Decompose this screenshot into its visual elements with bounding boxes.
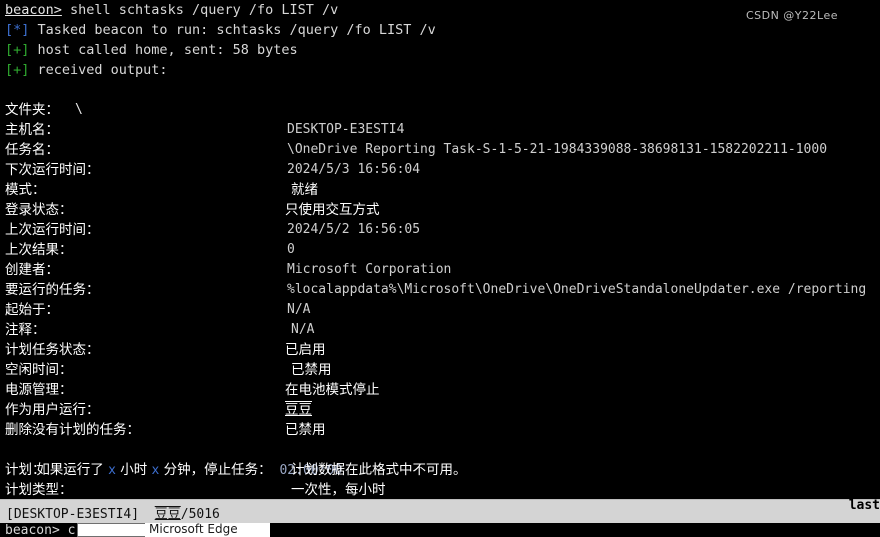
row-label: 创建者： [5, 262, 59, 278]
status-bar-content: [DESKTOP-E3ESTI4] 豆豆/5016 [6, 503, 220, 522]
console-output-area[interactable]: beacon> shell schtasks /query /fo LIST /… [0, 0, 880, 499]
task-row-taskname: 任务名： \OneDrive Reporting Task-S-1-5-21-1… [0, 140, 880, 160]
task-row-next-run-time: 下次运行时间： 2024/5/3 16:56:04 [0, 160, 880, 180]
task-row-logon-mode: 登录状态： 只使用交互方式 [0, 200, 880, 220]
row-label: 文件夹： [5, 102, 59, 118]
row-label: 任务名： [5, 142, 59, 158]
task-row-schedule-type: 计划类型： 一次性，每小时 [0, 480, 880, 499]
csdn-watermark: CSDN @Y22Lee [745, 9, 838, 22]
row-label: 空闲时间： [5, 362, 73, 378]
row-value: 豆豆 [285, 402, 312, 418]
row-value: N/A [287, 302, 311, 317]
row-label: 删除没有计划的任务： [5, 422, 140, 438]
row-value: Microsoft Corporation [287, 262, 452, 277]
task-row-scheduled-task-state: 计划任务状态： 已启用 [0, 340, 880, 360]
task-row-last-result: 上次结果： 0 [0, 240, 880, 260]
task-row-schedule: 计划： 计划数据在此格式中不可用。 [0, 460, 880, 480]
row-label: 主机名： [5, 122, 59, 138]
row-label: 起始于： [5, 302, 59, 318]
log-line-tasked: [*] Tasked beacon to run: schtasks /quer… [0, 20, 880, 40]
row-value: 就绪 [291, 182, 318, 198]
task-row-task-to-run: 要运行的任务： %localappdata%\Microsoft\OneDriv… [0, 280, 880, 300]
row-label: 计划任务状态： [5, 342, 100, 358]
task-row-idle-time: 空闲时间： 已禁用 [0, 360, 880, 380]
task-row-start-in: 起始于： N/A [0, 300, 880, 320]
row-label: 作为用户运行： [5, 402, 100, 418]
row-value: 已禁用 [291, 362, 332, 378]
good-tag-icon: [+] [5, 42, 30, 58]
status-pid: 5016 [188, 507, 220, 522]
row-value: DESKTOP-E3ESTI4 [287, 122, 405, 137]
row-label: 计划： [5, 462, 46, 478]
bottom-clipped-strip: beacon> c Microsoft Edge [0, 523, 880, 537]
task-row-comment: 注释： N/A [0, 320, 880, 340]
beacon-prompt-label: beacon> [5, 2, 62, 18]
status-bar: [DESKTOP-E3ESTI4] 豆豆/5016 [0, 499, 880, 523]
row-value: \OneDrive Reporting Task-S-1-5-21-198433… [287, 142, 828, 157]
row-value: 计划数据在此格式中不可用。 [291, 462, 467, 478]
task-row-folder: 文件夹： \ [0, 100, 880, 120]
task-row-delete-task-if-not-rescheduled: 删除没有计划的任务： 已禁用 [0, 420, 880, 440]
row-label: 上次结果： [5, 242, 73, 258]
status-separator: / [180, 507, 189, 522]
task-row-author: 创建者： Microsoft Corporation [0, 260, 880, 280]
row-label: 注释： [5, 322, 46, 338]
row-value: 2024/5/2 16:56:05 [287, 222, 421, 237]
status-spacer [139, 507, 155, 522]
row-label: 登录状态： [5, 202, 73, 218]
bottom-beacon-prompt[interactable]: beacon> c [5, 523, 75, 537]
row-label: 要运行的任务： [5, 282, 100, 298]
status-user: 豆豆 [154, 507, 181, 522]
task-row-power-management: 电源管理： 在电池模式停止 [0, 380, 880, 400]
task-row-hostname: 主机名： DESKTOP-E3ESTI4 [0, 120, 880, 140]
task-row-status: 模式： 就绪 [0, 180, 880, 200]
row-value: 只使用交互方式 [285, 202, 380, 218]
row-label: 模式： [5, 182, 46, 198]
overflow-text-fragment: last [848, 498, 880, 513]
row-value: N/A [291, 322, 315, 337]
log-line-text: host called home, sent: 58 bytes [29, 42, 298, 58]
info-tag-icon: [*] [5, 22, 30, 38]
log-line-received-output: [+] received output: [0, 60, 880, 80]
good-tag-icon: [+] [5, 62, 30, 78]
row-value: \ [75, 102, 83, 117]
status-host: [DESKTOP-E3ESTI4] [6, 507, 140, 522]
row-value: 在电池模式停止 [285, 382, 380, 398]
log-line-text: Tasked beacon to run: schtasks /query /f… [29, 22, 436, 38]
row-label: 上次运行时间： [5, 222, 100, 238]
task-row-stop-task-if-runs: 如果运行了 x 小时 x 分钟，停止任务： 02:00:00 [0, 440, 880, 478]
row-value: 0 [287, 242, 295, 257]
log-line-called-home: [+] host called home, sent: 58 bytes [0, 40, 880, 60]
log-line-text: received output: [29, 62, 168, 78]
row-label: 电源管理： [5, 382, 73, 398]
task-row-run-as-user: 作为用户运行： 豆豆 [0, 400, 880, 420]
task-row-last-run-time: 上次运行时间： 2024/5/2 16:56:05 [0, 220, 880, 240]
row-label: 下次运行时间： [5, 162, 100, 178]
row-value: 一次性，每小时 [291, 482, 386, 498]
bottom-taskbar-tab[interactable]: Microsoft Edge [145, 523, 270, 537]
row-value: 已禁用 [285, 422, 326, 438]
command-text: shell schtasks /query /fo LIST /v [61, 2, 339, 18]
row-value: 已启用 [285, 342, 326, 358]
row-value: %localappdata%\Microsoft\OneDrive\OneDri… [287, 282, 867, 297]
row-value: 2024/5/3 16:56:04 [287, 162, 421, 177]
row-label: 计划类型： [5, 482, 73, 498]
bottom-tab-label: Microsoft Edge [149, 523, 238, 536]
